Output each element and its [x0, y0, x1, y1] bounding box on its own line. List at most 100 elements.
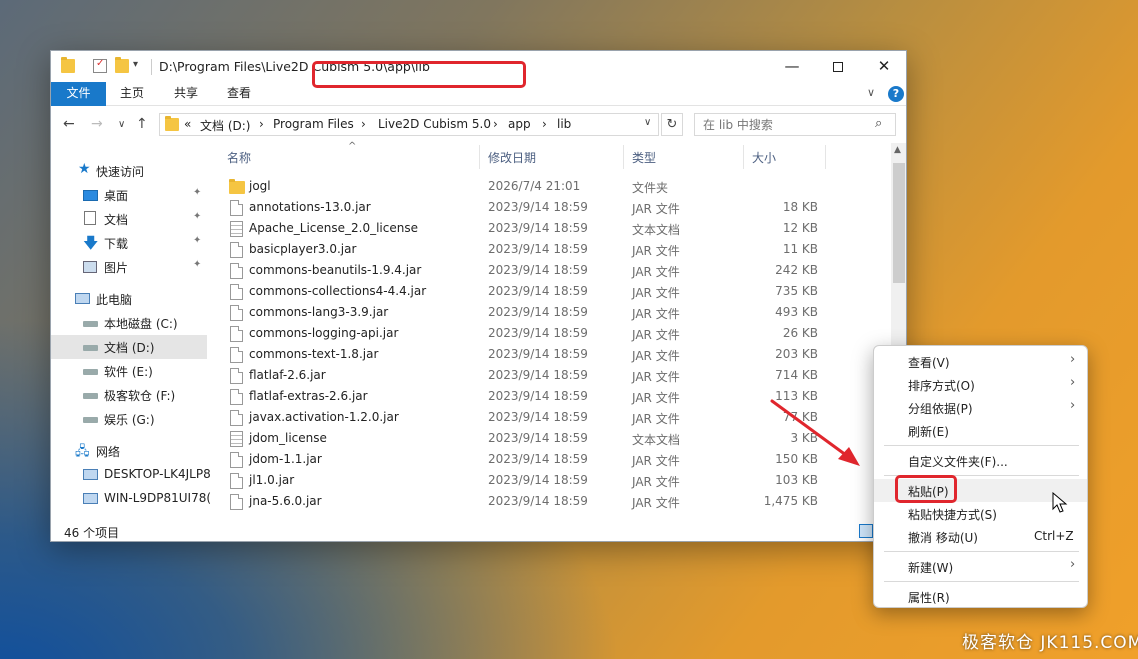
sidebar-item-label: 文档 — [104, 213, 129, 227]
sidebar-item-label: 网络 — [96, 445, 121, 459]
search-icon[interactable]: ⌕ — [875, 116, 882, 131]
forward-button[interactable]: → — [91, 116, 103, 132]
file-type: JAR 文件 — [632, 286, 680, 300]
menu-item[interactable]: 撤消 移动(U) Ctrl+Z — [874, 525, 1087, 548]
menu-item[interactable]: 属性(R) — [874, 585, 1087, 607]
menu-item[interactable]: 分组依据(P) › — [874, 396, 1087, 419]
search-box[interactable]: ⌕ — [694, 113, 896, 136]
table-row[interactable]: jna-5.6.0.jar 2023/9/14 18:59 JAR 文件 1,475 … — [213, 491, 889, 512]
table-row[interactable]: commons-lang3-3.9.jar 2023/9/14 18:59 JAR … — [213, 302, 889, 323]
address-dropdown-icon[interactable]: ∨ — [644, 117, 651, 128]
file-name: flatlaf-2.6.jar — [249, 368, 326, 382]
refresh-button[interactable]: ↻ — [661, 113, 683, 136]
scrollbar-thumb[interactable] — [893, 163, 905, 283]
table-row[interactable]: flatlaf-2.6.jar 2023/9/14 18:59 JAR 文件 714 … — [213, 365, 889, 386]
breadcrumb-separator[interactable]: › — [542, 117, 547, 131]
sidebar-item-drive-d[interactable]: 文档 (D:) — [51, 335, 207, 359]
breadcrumb-app[interactable]: app — [508, 117, 531, 131]
drive-icon — [83, 321, 98, 327]
breadcrumb-lib[interactable]: lib — [557, 117, 571, 131]
sidebar-item-this-pc[interactable]: 此电脑 — [51, 287, 207, 311]
pin-icon[interactable]: ✦ — [193, 235, 201, 246]
column-size[interactable]: 大小 — [752, 149, 776, 166]
pin-icon[interactable]: ✦ — [193, 259, 201, 270]
file-name: jl1.0.jar — [249, 473, 295, 487]
column-divider[interactable] — [623, 145, 624, 169]
tab-home[interactable]: 主页 — [107, 82, 157, 106]
column-divider[interactable] — [479, 145, 480, 169]
table-row[interactable]: basicplayer3.0.jar 2023/9/14 18:59 JAR 文件 1… — [213, 239, 889, 260]
pin-icon[interactable]: ✦ — [193, 211, 201, 222]
file-icon — [230, 326, 243, 342]
sidebar-item-drive-e[interactable]: 软件 (E:) — [51, 359, 207, 383]
quick-access-dropdown-icon[interactable]: ▾ — [133, 59, 138, 70]
sidebar-item-desktop[interactable]: 桌面 ✦ — [51, 183, 207, 207]
table-row[interactable]: commons-beanutils-1.9.4.jar 2023/9/14 18:… — [213, 260, 889, 281]
table-row[interactable]: commons-text-1.8.jar 2023/9/14 18:59 JAR 文… — [213, 344, 889, 365]
properties-icon[interactable] — [93, 58, 107, 73]
details-view-icon[interactable] — [859, 524, 873, 538]
sidebar-item-computer[interactable]: DESKTOP-LK4JLP8 — [51, 463, 211, 487]
file-type: JAR 文件 — [632, 496, 680, 510]
sidebar-item-drive-g[interactable]: 娱乐 (G:) — [51, 407, 207, 431]
file-type: JAR 文件 — [632, 412, 680, 426]
sidebar-item-computer[interactable]: WIN-L9DP81UI78( — [51, 487, 211, 511]
sidebar-item-drive-c[interactable]: 本地磁盘 (C:) — [51, 311, 207, 335]
file-name: commons-beanutils-1.9.4.jar — [249, 263, 422, 277]
search-input[interactable] — [695, 114, 870, 135]
breadcrumb-overflow[interactable]: « — [184, 117, 191, 131]
file-size: 242 KB — [775, 263, 818, 277]
column-divider[interactable] — [743, 145, 744, 169]
file-date: 2023/9/14 18:59 — [488, 263, 588, 277]
file-date: 2023/9/14 18:59 — [488, 473, 588, 487]
column-date[interactable]: 修改日期 — [488, 149, 536, 166]
column-divider[interactable] — [825, 145, 826, 169]
sidebar-item-quick-access[interactable]: ★ 快速访问 — [51, 159, 207, 183]
column-type[interactable]: 类型 — [632, 149, 656, 166]
folder-icon — [61, 57, 75, 73]
sidebar-item-pictures[interactable]: 图片 ✦ — [51, 255, 207, 279]
sidebar-item-network[interactable]: 🖧 网络 — [51, 439, 207, 463]
expand-ribbon-icon[interactable]: ∨ — [867, 86, 875, 99]
pin-icon[interactable]: ✦ — [193, 187, 201, 198]
back-button[interactable]: ← — [63, 116, 75, 132]
sidebar-item-label: 极客软仓 (F:) — [104, 389, 176, 403]
table-row[interactable]: jogl 2026/7/4 21:01 文件夹 — [213, 176, 889, 197]
file-name: commons-text-1.8.jar — [249, 347, 379, 361]
breadcrumb-live2d[interactable]: Live2D Cubism 5.0 — [378, 117, 491, 131]
maximize-icon — [833, 61, 843, 72]
column-name[interactable]: 名称 — [227, 149, 251, 166]
menu-item[interactable]: 新建(W) › — [874, 555, 1087, 578]
minimize-button[interactable]: — — [769, 51, 815, 82]
download-icon: 🡇 — [83, 234, 99, 252]
tab-share[interactable]: 共享 — [161, 82, 211, 106]
help-icon[interactable]: ? — [888, 86, 904, 102]
up-button[interactable]: ↑ — [136, 116, 148, 132]
address-bar[interactable]: « 文档 (D:) › Program Files › Live2D Cubis… — [159, 113, 659, 136]
sidebar-item-drive-f[interactable]: 极客软仓 (F:) — [51, 383, 207, 407]
new-folder-icon[interactable] — [115, 57, 129, 73]
breadcrumb-program-files[interactable]: Program Files — [273, 117, 354, 131]
breadcrumb-separator[interactable]: › — [361, 117, 366, 131]
table-row[interactable]: commons-logging-api.jar 2023/9/14 18:59 JA… — [213, 323, 889, 344]
table-row[interactable]: annotations-13.0.jar 2023/9/14 18:59 JAR 文… — [213, 197, 889, 218]
close-button[interactable]: ✕ — [861, 51, 906, 82]
file-type: JAR 文件 — [632, 349, 680, 363]
menu-item[interactable]: 排序方式(O) › — [874, 373, 1087, 396]
maximize-button[interactable] — [815, 51, 861, 82]
breadcrumb-drive-d[interactable]: 文档 (D:) — [200, 117, 250, 134]
tab-view[interactable]: 查看 — [214, 82, 264, 106]
breadcrumb-separator[interactable]: › — [259, 117, 264, 131]
menu-item[interactable]: 自定义文件夹(F)... — [874, 449, 1087, 472]
scroll-up-icon[interactable]: ▲ — [894, 145, 901, 155]
recent-locations-button[interactable]: ∨ — [118, 119, 125, 130]
sidebar-item-downloads[interactable]: 🡇 下载 ✦ — [51, 231, 207, 255]
tab-file[interactable]: 文件 — [51, 82, 106, 106]
menu-item[interactable]: 查看(V) › — [874, 350, 1087, 373]
menu-item[interactable]: 刷新(E) — [874, 419, 1087, 442]
table-row[interactable]: Apache_License_2.0_license 2023/9/14 18:5… — [213, 218, 889, 239]
sidebar-item-documents[interactable]: 文档 ✦ — [51, 207, 207, 231]
breadcrumb-separator[interactable]: › — [493, 117, 498, 131]
table-row[interactable]: commons-collections4-4.4.jar 2023/9/14 18… — [213, 281, 889, 302]
item-count: 46 个项目 — [64, 526, 120, 540]
